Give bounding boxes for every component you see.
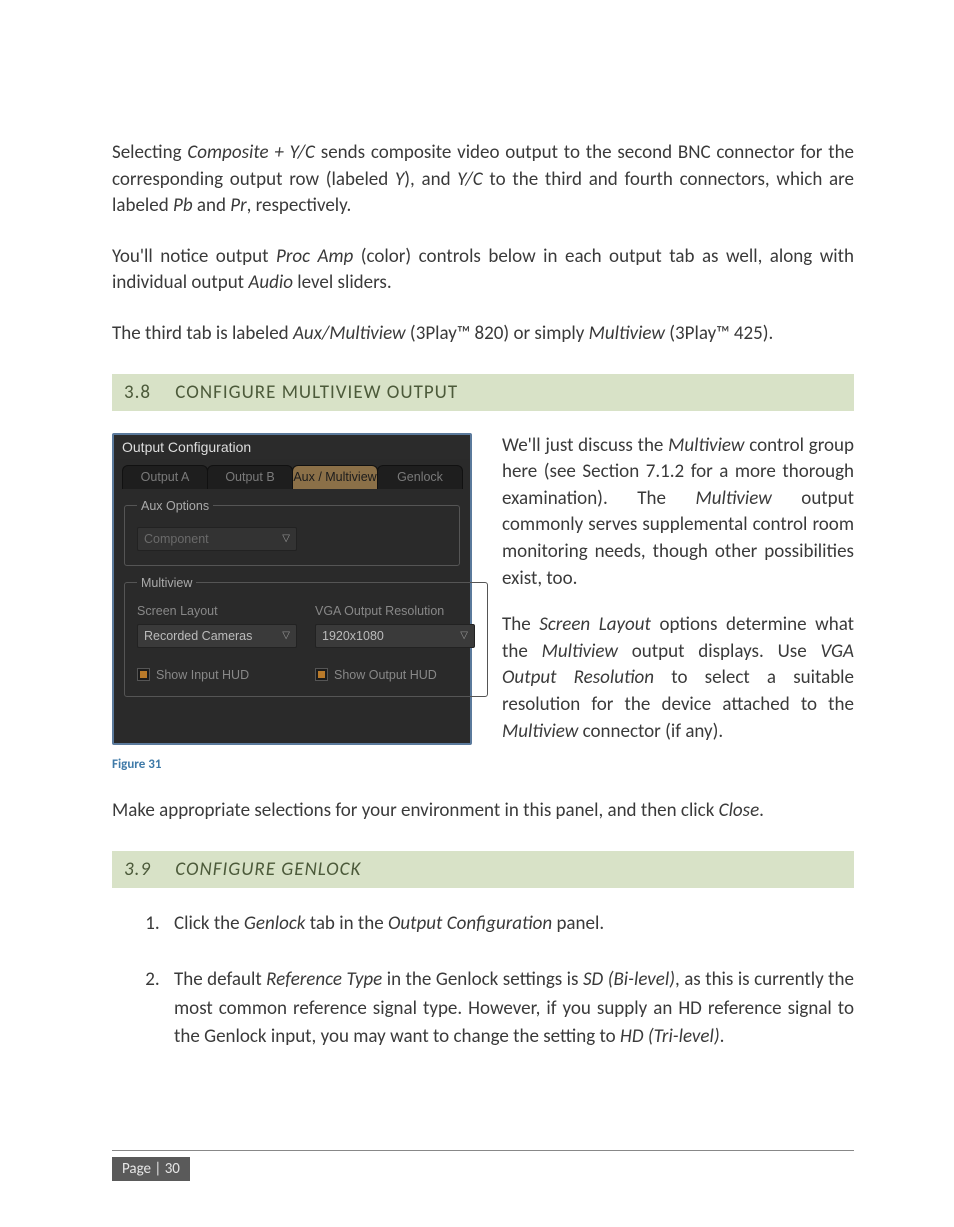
- text: tab in the: [305, 912, 388, 935]
- tab-output-a[interactable]: Output A: [122, 465, 208, 489]
- multiview-group: Multiview Screen Layout VGA Output Resol…: [124, 576, 488, 697]
- term-multiview: Multiview: [542, 640, 618, 663]
- text: panel.: [552, 912, 604, 935]
- tab-output-b[interactable]: Output B: [207, 465, 293, 489]
- checkbox-icon: [315, 668, 328, 681]
- paragraph-screen-layout: The Screen Layout options determine what…: [502, 612, 854, 745]
- dropdown-value: Component: [144, 532, 209, 546]
- screen-layout-dropdown[interactable]: Recorded Cameras ▽: [137, 624, 297, 648]
- term-multiview: Multiview: [502, 720, 578, 743]
- screen-layout-label: Screen Layout: [137, 604, 297, 618]
- multiview-legend: Multiview: [137, 576, 196, 590]
- paragraph-procamp: You'll notice output Proc Amp (color) co…: [112, 244, 854, 297]
- dropdown-value: Recorded Cameras: [144, 629, 252, 643]
- text: The: [502, 613, 539, 636]
- term-reference-type: Reference Type: [266, 968, 382, 991]
- text: level sliders.: [293, 271, 392, 294]
- term-audio: Audio: [248, 271, 293, 294]
- chevron-down-icon: ▽: [460, 630, 468, 641]
- term-composite-yc: Composite + Y/C: [187, 141, 315, 164]
- text: in the Genlock settings is: [382, 968, 583, 991]
- vga-resolution-dropdown[interactable]: 1920x1080 ▽: [315, 624, 475, 648]
- term-yc: Y/C: [457, 168, 482, 191]
- footer-divider: [112, 1150, 854, 1151]
- panel-tabs: Output A Output B Aux / Multiview Genloc…: [114, 459, 470, 489]
- text: Make appropriate selections for your env…: [112, 799, 719, 822]
- term-genlock: Genlock: [244, 912, 305, 935]
- show-input-hud-checkbox[interactable]: Show Input HUD: [137, 668, 297, 682]
- term-close: Close: [719, 799, 760, 822]
- aux-options-group: Aux Options Component ▽: [124, 499, 460, 566]
- tab-genlock[interactable]: Genlock: [377, 465, 463, 489]
- output-configuration-panel: Output Configuration Output A Output B A…: [112, 433, 472, 746]
- term-multiview: Multiview: [668, 434, 744, 457]
- heading-number: 3.9: [124, 858, 170, 881]
- text: (3Play™ 425).: [665, 322, 773, 345]
- text: You'll notice output: [112, 245, 276, 268]
- aux-options-legend: Aux Options: [137, 499, 213, 513]
- heading-3-8: 3.8 CONFIGURE MULTIVIEW OUTPUT: [112, 374, 854, 411]
- vga-resolution-label: VGA Output Resolution: [315, 604, 475, 618]
- heading-3-9: 3.9 CONFIGURE GENLOCK: [112, 851, 854, 888]
- text: We'll just discuss the: [502, 434, 668, 457]
- text: The third tab is labeled: [112, 322, 293, 345]
- term-multiview: Multiview: [589, 322, 665, 345]
- paragraph-multiview-intro: We'll just discuss the Multiview control…: [502, 433, 854, 593]
- paragraph-composite: Selecting Composite + Y/C sends composit…: [112, 140, 854, 220]
- text: output displays. Use: [618, 640, 821, 663]
- chevron-down-icon: ▽: [282, 630, 290, 641]
- term-sd-bilevel: SD (Bi-level): [583, 968, 675, 991]
- heading-text: CONFIGURE GENLOCK: [175, 858, 361, 881]
- checkbox-label: Show Output HUD: [334, 668, 437, 682]
- checkbox-icon: [137, 668, 150, 681]
- term-y: Y: [395, 168, 404, 191]
- show-output-hud-checkbox[interactable]: Show Output HUD: [315, 668, 475, 682]
- heading-number: 3.8: [124, 381, 170, 404]
- panel-title: Output Configuration: [114, 435, 470, 459]
- term-proc-amp: Proc Amp: [276, 245, 353, 268]
- aux-connection-dropdown[interactable]: Component ▽: [137, 527, 297, 551]
- text: .: [720, 1025, 725, 1048]
- checkbox-label: Show Input HUD: [156, 668, 249, 682]
- genlock-steps: Click the Genlock tab in the Output Conf…: [112, 910, 854, 1052]
- page-number: Page | 30: [112, 1157, 190, 1181]
- text: , respectively.: [247, 194, 352, 217]
- paragraph-third-tab: The third tab is labeled Aux/Multiview (…: [112, 321, 854, 348]
- term-output-configuration: Output Configuration: [388, 912, 552, 935]
- dropdown-value: 1920x1080: [322, 629, 384, 643]
- text: The default: [174, 968, 266, 991]
- text: ), and: [404, 168, 457, 191]
- term-pr: Pr: [230, 194, 246, 217]
- text: Selecting: [112, 141, 187, 164]
- tab-aux-multiview[interactable]: Aux / Multiview: [292, 465, 378, 489]
- term-aux-multiview: Aux/Multiview: [293, 322, 406, 345]
- text: (3Play™ 820) or simply: [406, 322, 589, 345]
- figure-caption: Figure 31: [112, 757, 854, 772]
- text: connector (if any).: [578, 720, 723, 743]
- text: .: [759, 799, 764, 822]
- step-2: The default Reference Type in the Genloc…: [164, 966, 854, 1052]
- term-pb: Pb: [173, 194, 193, 217]
- chevron-down-icon: ▽: [282, 533, 290, 544]
- paragraph-make-selections: Make appropriate selections for your env…: [112, 798, 854, 825]
- text: Click the: [174, 912, 244, 935]
- term-hd-trilevel: HD (Tri-level): [620, 1025, 720, 1048]
- term-screen-layout: Screen Layout: [539, 613, 651, 636]
- text: and: [193, 194, 231, 217]
- step-1: Click the Genlock tab in the Output Conf…: [164, 910, 854, 939]
- heading-text: CONFIGURE MULTIVIEW OUTPUT: [175, 381, 458, 404]
- page-footer: Page | 30: [112, 1150, 854, 1181]
- term-multiview: Multiview: [695, 487, 771, 510]
